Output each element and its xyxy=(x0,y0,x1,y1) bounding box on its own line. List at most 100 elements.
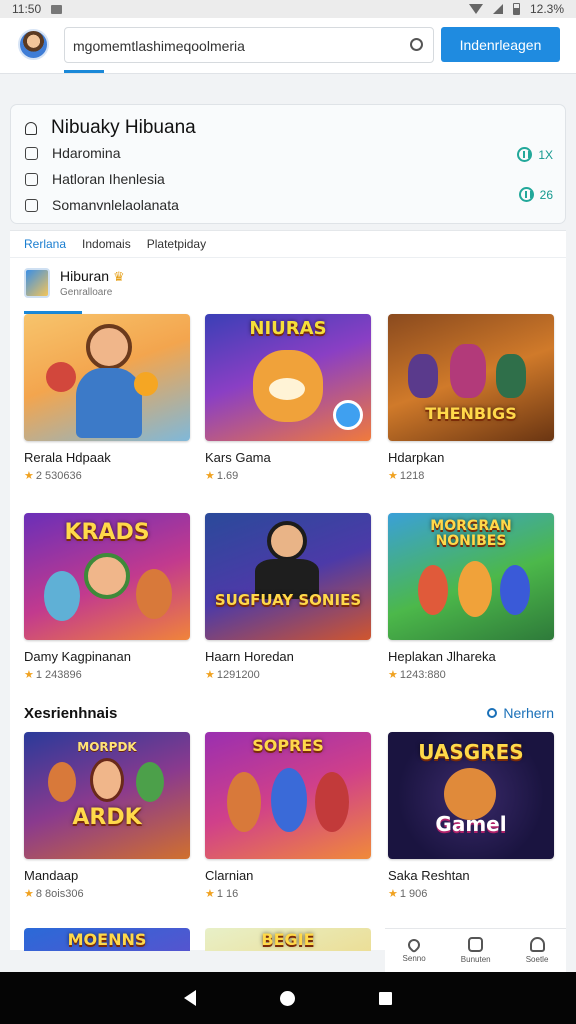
game-title: Saka Reshtan xyxy=(388,868,470,883)
game-card[interactable]: BEGIE xyxy=(205,928,371,951)
game-title: Hdarpkan xyxy=(388,450,445,465)
search-icon xyxy=(487,708,498,718)
game-title: Heplakan Jlhareka xyxy=(388,649,496,664)
game-title: Haarn Horedan xyxy=(205,649,294,664)
tab-indomais[interactable]: Indomais xyxy=(82,237,131,257)
game-rating: ★ 1 906 xyxy=(388,888,428,900)
notification-icon xyxy=(51,4,63,14)
game-thumbnail[interactable]: MORGRAN NONIBES xyxy=(388,513,554,640)
battery-icon xyxy=(512,3,520,15)
game-thumbnail[interactable]: SOPRES xyxy=(205,732,371,859)
info-line-text: Hdaromina xyxy=(52,145,121,161)
recent-apps-icon[interactable] xyxy=(379,991,392,1005)
section-heading: Xesrienhnais xyxy=(24,705,118,722)
info-line[interactable]: Hatloran Ihenlesia xyxy=(25,171,165,187)
game-title: Rerala Hdpaak xyxy=(24,450,111,465)
game-card[interactable]: NIURAS Kars Gama ★ 1.69 xyxy=(205,314,371,482)
game-rating: ★ 2 530636 xyxy=(24,470,82,482)
game-card[interactable]: SUGFUAY SONIES Haarn Horedan ★ 1291200 xyxy=(205,513,371,681)
battery-level: 12.3% xyxy=(529,2,564,16)
stat-value: 1X xyxy=(538,147,553,162)
info-card: Nibuaky Hibuana Hdaromina Hatloran Ihenl… xyxy=(10,104,566,224)
nav-item-store[interactable]: Bunuten xyxy=(461,937,491,964)
game-card[interactable]: Rerala Hdpaak ★ 2 530636 xyxy=(24,314,190,482)
game-rating: ★ 1243:880 xyxy=(388,669,446,681)
game-rating: ★ 1 16 xyxy=(205,888,239,900)
info-line-text: Hatloran Ihenlesia xyxy=(52,171,165,187)
game-thumbnail[interactable]: THENBIGS xyxy=(388,314,554,441)
star-icon: ★ xyxy=(24,470,34,482)
game-title: Kars Gama xyxy=(205,450,271,465)
tab-rerlana[interactable]: Rerlana xyxy=(24,237,66,257)
game-card[interactable]: MORGRAN NONIBES Heplakan Jlhareka ★ 1243:… xyxy=(388,513,554,681)
person-icon xyxy=(25,121,37,135)
stat-icon xyxy=(517,147,533,162)
game-card[interactable]: MORPDK ARDK Mandaap ★ 8 8ois306 xyxy=(24,732,190,900)
nav-item-favorites[interactable]: Senno xyxy=(403,936,426,963)
signal-icon xyxy=(492,4,503,14)
star-icon: ★ xyxy=(388,470,398,482)
game-rating: ★ 1218 xyxy=(388,470,425,482)
game-thumbnail[interactable]: MORPDK ARDK xyxy=(24,732,190,859)
home-icon[interactable] xyxy=(280,990,295,1006)
star-icon: ★ xyxy=(205,888,215,900)
star-icon: ★ xyxy=(388,669,398,681)
game-card[interactable]: THENBIGS Hdarpkan ★ 1218 xyxy=(388,314,554,482)
game-thumbnail[interactable]: MOENNS xyxy=(24,928,190,951)
info-line-text: Somanvnlelaolanata xyxy=(52,197,179,213)
stat-icon xyxy=(518,187,534,202)
game-thumbnail[interactable]: UASGRES Gamel xyxy=(388,732,554,859)
info-line[interactable]: Hdaromina xyxy=(25,145,120,161)
avatar[interactable] xyxy=(18,29,49,60)
calendar-icon xyxy=(25,172,38,186)
star-icon: ★ xyxy=(388,888,398,900)
stat-badge: 26 xyxy=(518,187,553,202)
game-card[interactable]: MOENNS xyxy=(24,928,190,951)
star-icon: ★ xyxy=(24,669,34,681)
profile-icon xyxy=(529,937,545,952)
game-thumbnail[interactable] xyxy=(24,314,190,441)
section-title: Hiburan xyxy=(60,268,110,284)
document-icon xyxy=(25,198,38,212)
chat-icon xyxy=(25,146,38,160)
game-thumbnail[interactable]: NIURAS xyxy=(205,314,371,441)
search-value: mgomemtlashimeqoolmeria xyxy=(73,38,245,54)
app-icon xyxy=(24,268,50,298)
search-icon[interactable] xyxy=(410,38,423,51)
star-icon: ★ xyxy=(205,470,215,482)
game-thumbnail[interactable]: BEGIE xyxy=(205,928,371,951)
back-icon[interactable] xyxy=(184,990,196,1006)
game-rating: ★ 8 8ois306 xyxy=(24,888,84,900)
section-subtitle: Genralloare xyxy=(60,287,113,298)
game-rating: ★ 1291200 xyxy=(205,669,260,681)
card-title: Nibuaky Hibuana xyxy=(51,117,196,138)
search-field[interactable]: mgomemtlashimeqoolmeria xyxy=(64,27,434,63)
crown-icon: ♛ xyxy=(113,269,125,284)
tab-platetpiday[interactable]: Platetpiday xyxy=(147,237,206,257)
info-line[interactable]: Somanvnlelaolanata xyxy=(25,197,179,213)
star-icon: ★ xyxy=(24,888,34,900)
star-icon: ★ xyxy=(205,669,215,681)
game-card[interactable]: UASGRES Gamel Saka Reshtan ★ 1 906 xyxy=(388,732,554,900)
primary-action-button[interactable]: Indenrleagen xyxy=(441,27,560,62)
game-thumbnail[interactable]: KRADS xyxy=(24,513,190,640)
see-more-link[interactable]: Nerhern xyxy=(487,705,554,721)
system-navigation-bar xyxy=(0,972,576,1024)
stat-value: 26 xyxy=(539,187,553,202)
top-bar: mgomemtlashimeqoolmeria Indenrleagen xyxy=(0,18,576,74)
game-rating: ★ 1 243896 xyxy=(24,669,82,681)
wifi-icon xyxy=(468,4,483,14)
section-header: Hiburan ♛ Genralloare xyxy=(24,268,125,298)
stat-badge: 1X xyxy=(517,147,553,162)
game-card[interactable]: KRADS Damy Kagpinanan ★ 1 243896 xyxy=(24,513,190,681)
nav-item-profile[interactable]: Soetle xyxy=(526,937,548,964)
status-bar: 11:50 12.3% xyxy=(0,0,576,18)
bottom-navigation: Senno Bunuten Soetle xyxy=(385,928,566,972)
tab-indicator xyxy=(64,70,104,73)
game-title: Mandaap xyxy=(24,868,79,883)
game-title: Damy Kagpinanan xyxy=(24,649,131,664)
game-card[interactable]: SOPRES Clarnian ★ 1 16 xyxy=(205,732,371,900)
heart-icon xyxy=(405,936,423,953)
content-panel: Rerlana Indomais Platetpiday Hiburan ♛ Ge… xyxy=(10,230,566,951)
game-thumbnail[interactable]: SUGFUAY SONIES xyxy=(205,513,371,640)
